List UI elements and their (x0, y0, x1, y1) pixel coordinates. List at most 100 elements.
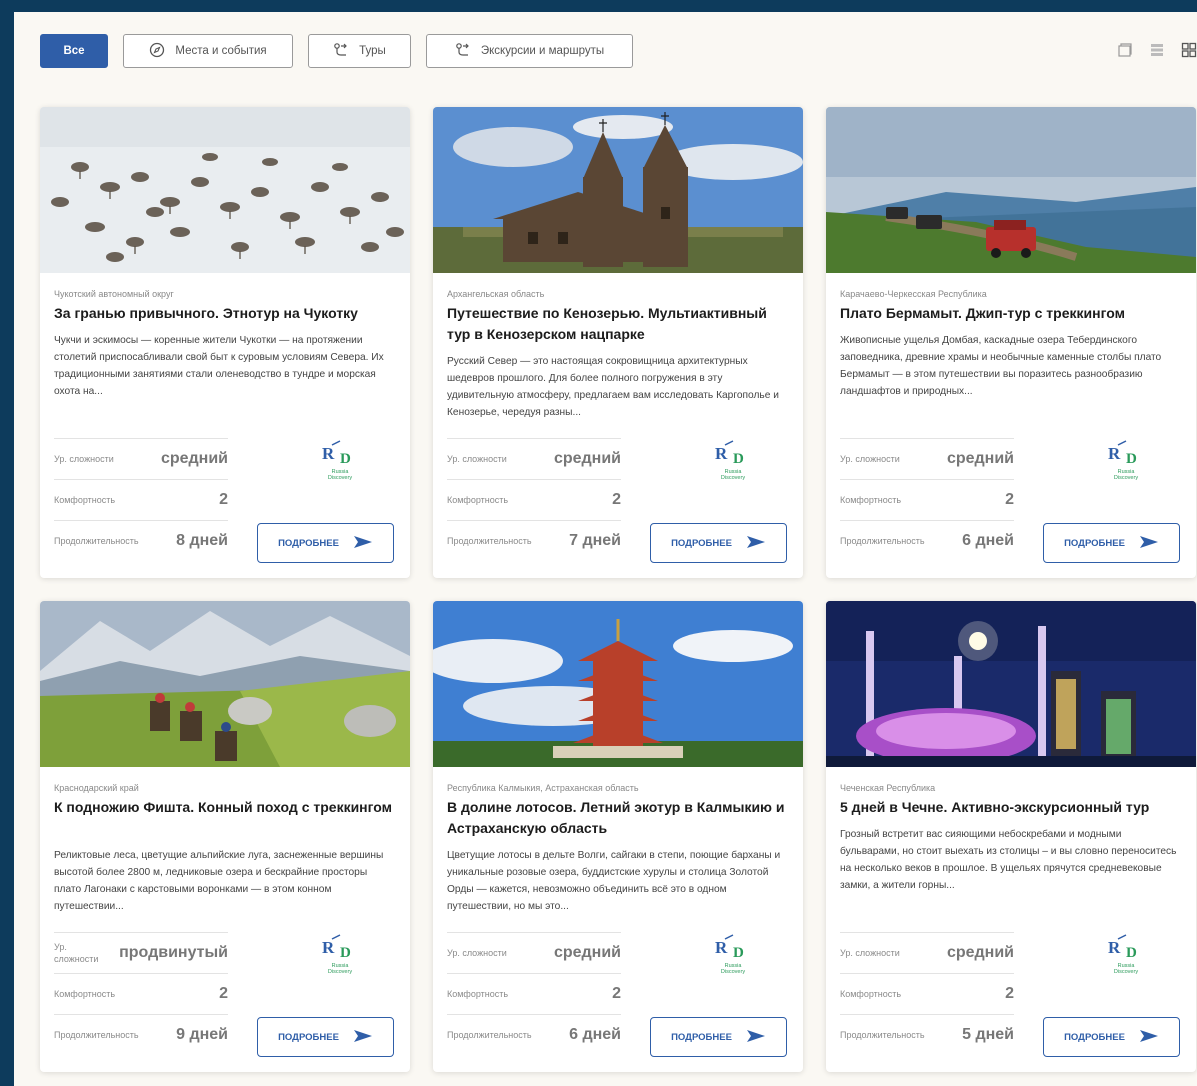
svg-text:D: D (340, 451, 351, 467)
tour-photo[interactable] (433, 601, 803, 767)
comfort-value: 2 (612, 985, 621, 1002)
filter-excursions-label: Экскурсии и маршруты (480, 45, 605, 57)
tour-photo[interactable] (433, 107, 803, 273)
grid-view-icon[interactable] (1181, 42, 1197, 63)
tour-photo[interactable] (40, 107, 410, 273)
difficulty-row: Ур. сложности средний (447, 438, 621, 479)
tour-description: Цветущие лотосы в дельте Волги, сайгаки … (447, 850, 781, 912)
difficulty-value: средний (553, 944, 621, 961)
russia-discovery-logo: R D Russia Discovery (1096, 933, 1156, 977)
tour-stats: Ур. сложности средний Комфортность 2 Про… (840, 438, 1014, 561)
comfort-value: 2 (219, 985, 228, 1002)
difficulty-value: средний (946, 944, 1014, 961)
tour-photo[interactable] (40, 601, 410, 767)
tour-card: Чеченская Республика 5 дней в Чечне. Акт… (826, 601, 1196, 1072)
svg-text:Discovery: Discovery (721, 475, 745, 481)
filter-excursions-button[interactable]: Экскурсии и маршруты (426, 34, 633, 68)
difficulty-row: Ур. сложности средний (447, 932, 621, 973)
svg-text:D: D (1126, 945, 1137, 961)
route-icon (455, 42, 471, 61)
send-arrow-icon (353, 535, 373, 552)
duration-value: 5 дней (962, 1026, 1014, 1043)
tour-card: Карачаево-Черкесская Республика Плато Бе… (826, 107, 1196, 578)
tour-region: Архангельская область (447, 289, 545, 299)
tour-description: Чукчи и эскимосы — коренные жители Чукот… (54, 335, 384, 397)
send-arrow-icon (353, 1029, 373, 1046)
tour-description: Живописные ущелья Домбая, каскадные озер… (840, 335, 1162, 397)
duration-row: Продолжительность 6 дней (447, 1014, 621, 1055)
comfort-row: Комфортность 2 (840, 973, 1014, 1014)
duration-label: Продолжительность (840, 536, 925, 546)
difficulty-row: Ур. сложности средний (840, 438, 1014, 479)
tour-title[interactable]: Путешествие по Кенозерью. Мультиактивный… (447, 303, 787, 345)
comfort-label: Комфортность (840, 989, 902, 999)
filter-all-button[interactable]: Все (40, 34, 108, 68)
russia-discovery-logo: R D Russia Discovery (703, 933, 763, 977)
duration-row: Продолжительность 6 дней (840, 520, 1014, 561)
filter-bar: Все Места и события Туры Экскурсии и мар… (40, 34, 633, 70)
difficulty-label: Ур. сложности (447, 948, 507, 958)
russia-discovery-logo: R D Russia Discovery (310, 933, 370, 977)
more-button[interactable]: ПОДРОБНЕЕ (1043, 523, 1180, 563)
comfort-label: Комфортность (54, 495, 116, 505)
catalog-panel: Все Места и события Туры Экскурсии и мар… (14, 12, 1197, 1086)
send-arrow-icon (1139, 1029, 1159, 1046)
svg-text:D: D (733, 945, 744, 961)
svg-text:R: R (322, 938, 335, 957)
tour-stats: Ур. сложности средний Комфортность 2 Про… (447, 438, 621, 561)
difficulty-value: средний (946, 450, 1014, 467)
tour-card: Архангельская область Путешествие по Кен… (433, 107, 803, 578)
more-button[interactable]: ПОДРОБНЕЕ (650, 523, 787, 563)
more-button[interactable]: ПОДРОБНЕЕ (650, 1017, 787, 1057)
difficulty-row: Ур. сложности средний (54, 438, 228, 479)
tour-title[interactable]: К подножию Фишта. Конный поход с треккин… (54, 797, 394, 818)
duration-value: 7 дней (569, 532, 621, 549)
duration-row: Продолжительность 5 дней (840, 1014, 1014, 1055)
filter-places-label: Места и события (175, 45, 267, 57)
compass-icon (149, 42, 165, 61)
svg-text:R: R (715, 444, 728, 463)
comfort-row: Комфортность 2 (447, 479, 621, 520)
tour-photo[interactable] (826, 601, 1196, 767)
tour-title[interactable]: За гранью привычного. Этнотур на Чукотку (54, 303, 394, 324)
tour-title[interactable]: В долине лотосов. Летний экотур в Калмык… (447, 797, 787, 839)
tour-stats: Ур. сложности средний Комфортность 2 Про… (54, 438, 228, 561)
list-view-icon[interactable] (1149, 42, 1165, 63)
duration-label: Продолжительность (840, 1030, 925, 1040)
more-button[interactable]: ПОДРОБНЕЕ (257, 523, 394, 563)
difficulty-value: средний (553, 450, 621, 467)
difficulty-label: Ур. сложности (54, 942, 99, 964)
svg-text:R: R (1108, 938, 1121, 957)
tour-description: Реликтовые леса, цветущие альпийские луг… (54, 850, 384, 912)
tour-stats: Ур. сложности средний Комфортность 2 Про… (447, 932, 621, 1055)
card-view-icon[interactable] (1117, 42, 1133, 63)
duration-label: Продолжительность (447, 536, 532, 546)
comfort-value: 2 (219, 491, 228, 508)
comfort-label: Комфортность (447, 495, 509, 505)
filter-places-button[interactable]: Места и события (123, 34, 293, 68)
comfort-row: Комфортность 2 (54, 973, 228, 1014)
comfort-value: 2 (1005, 985, 1014, 1002)
filter-tours-button[interactable]: Туры (308, 34, 411, 68)
svg-text:R: R (1108, 444, 1121, 463)
tour-card: Чукотский автономный округ За гранью при… (40, 107, 410, 578)
tour-card: Республика Калмыкия, Астраханская област… (433, 601, 803, 1072)
tour-region: Чеченская Республика (840, 783, 936, 793)
more-button-label: ПОДРОБНЕЕ (278, 1031, 339, 1043)
russia-discovery-logo: R D Russia Discovery (310, 439, 370, 483)
comfort-label: Комфортность (447, 989, 509, 999)
svg-text:R: R (715, 938, 728, 957)
view-switch (1117, 42, 1197, 63)
tour-title[interactable]: Плато Бермамыт. Джип-тур с треккингом (840, 303, 1180, 324)
tour-title[interactable]: 5 дней в Чечне. Активно-экскурсионный ту… (840, 797, 1180, 818)
more-button[interactable]: ПОДРОБНЕЕ (257, 1017, 394, 1057)
svg-text:D: D (733, 451, 744, 467)
svg-text:Discovery: Discovery (721, 969, 745, 975)
send-arrow-icon (746, 535, 766, 552)
tour-photo[interactable] (826, 107, 1196, 273)
tour-region: Карачаево-Черкесская Республика (840, 289, 987, 299)
difficulty-value: продвинутый (119, 944, 228, 961)
more-button[interactable]: ПОДРОБНЕЕ (1043, 1017, 1180, 1057)
more-button-label: ПОДРОБНЕЕ (1064, 537, 1125, 549)
duration-value: 6 дней (569, 1026, 621, 1043)
